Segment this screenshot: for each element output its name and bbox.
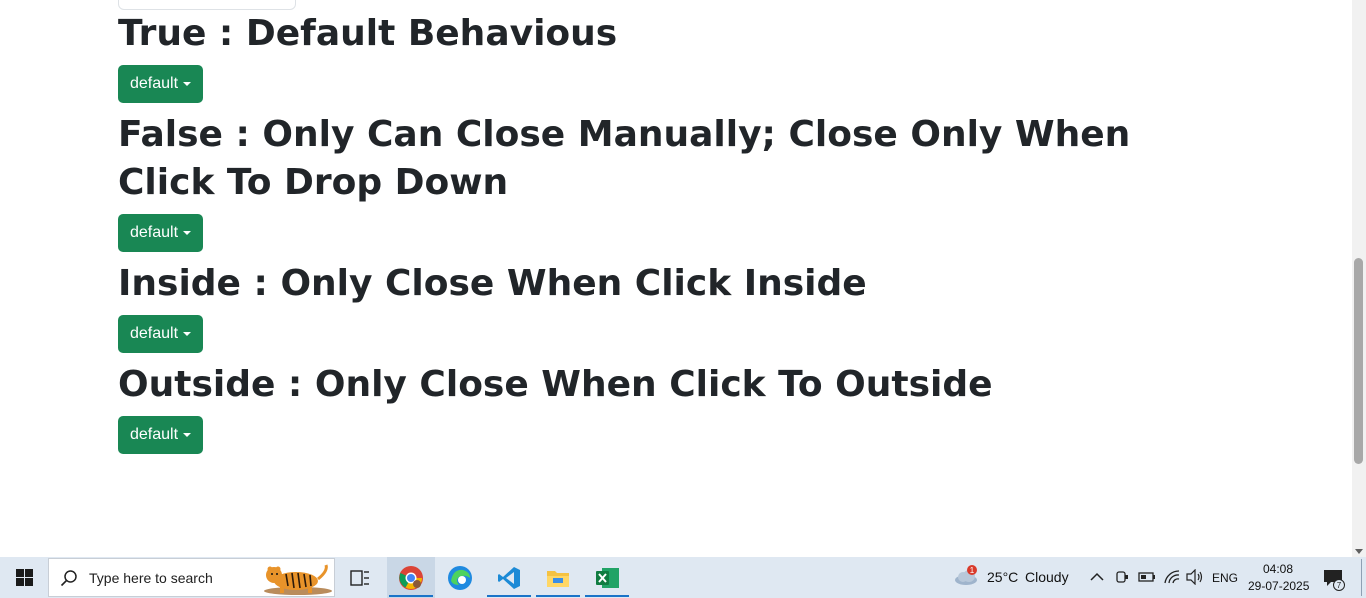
dropdown-button-label: default [130, 426, 179, 443]
page-content: True : Default Behavious default False :… [118, 10, 1218, 462]
dropdown-button-label: default [130, 224, 179, 241]
search-icon [49, 569, 89, 587]
dropdown-button-label: default [130, 325, 179, 342]
caret-down-icon [183, 433, 192, 437]
windows-logo-icon [15, 569, 33, 586]
tiger-illustration-icon [264, 564, 332, 595]
caret-down-icon [183, 82, 192, 86]
notification-center-icon[interactable]: 7 [1322, 567, 1352, 591]
windows-taskbar: Type here to search 1 25°C Cloudy ENG 04… [0, 557, 1366, 598]
notification-count: 7 [1337, 581, 1342, 590]
vscode-icon[interactable] [485, 557, 533, 598]
caret-down-icon [183, 332, 192, 336]
search-placeholder: Type here to search [89, 569, 213, 586]
scrollbar-thumb[interactable] [1354, 258, 1363, 464]
section-title-outside: Outside : Only Close When Click To Outsi… [118, 364, 993, 405]
section-title-true: True : Default Behavious [118, 13, 618, 54]
show-desktop-divider[interactable] [1361, 559, 1362, 596]
language-indicator[interactable]: ENG [1212, 571, 1238, 585]
chrome-icon[interactable] [387, 557, 435, 598]
clock-date[interactable]: 29-07-2025 [1248, 579, 1309, 593]
section-title-false: False : Only Can Close Manually; Close O… [118, 114, 1131, 203]
task-view-icon[interactable] [336, 557, 384, 598]
scroll-down-arrow-icon[interactable] [1355, 549, 1363, 554]
edge-icon[interactable] [436, 557, 484, 598]
previous-element-edge [118, 0, 296, 10]
caret-down-icon [183, 231, 192, 235]
weather-badge: 1 [970, 566, 975, 575]
taskbar-search-box[interactable]: Type here to search [48, 558, 335, 597]
dropdown-button-label: default [130, 75, 179, 92]
dropdown-button-outside[interactable]: default [118, 416, 204, 454]
excel-icon[interactable] [583, 557, 631, 598]
dropdown-button-true[interactable]: default [118, 65, 204, 103]
browser-viewport: True : Default Behavious default False :… [0, 0, 1352, 557]
volume-icon[interactable] [1186, 568, 1204, 590]
weather-cloud-icon[interactable]: 1 [953, 565, 981, 589]
wifi-icon[interactable] [1163, 569, 1181, 590]
weather-temperature: 25°C [987, 569, 1019, 585]
battery-icon[interactable] [1138, 570, 1156, 589]
chevron-up-icon[interactable] [1090, 569, 1104, 587]
dropdown-button-inside[interactable]: default [118, 315, 204, 353]
vertical-scrollbar[interactable] [1352, 0, 1366, 557]
start-button[interactable] [0, 557, 48, 598]
clock-time[interactable]: 04:08 [1263, 562, 1293, 576]
section-title-inside: Inside : Only Close When Click Inside [118, 263, 867, 304]
file-explorer-icon[interactable] [534, 557, 582, 598]
weather-condition: Cloudy [1025, 569, 1069, 585]
meet-now-icon[interactable] [1115, 569, 1129, 590]
dropdown-button-false[interactable]: default [118, 214, 204, 252]
